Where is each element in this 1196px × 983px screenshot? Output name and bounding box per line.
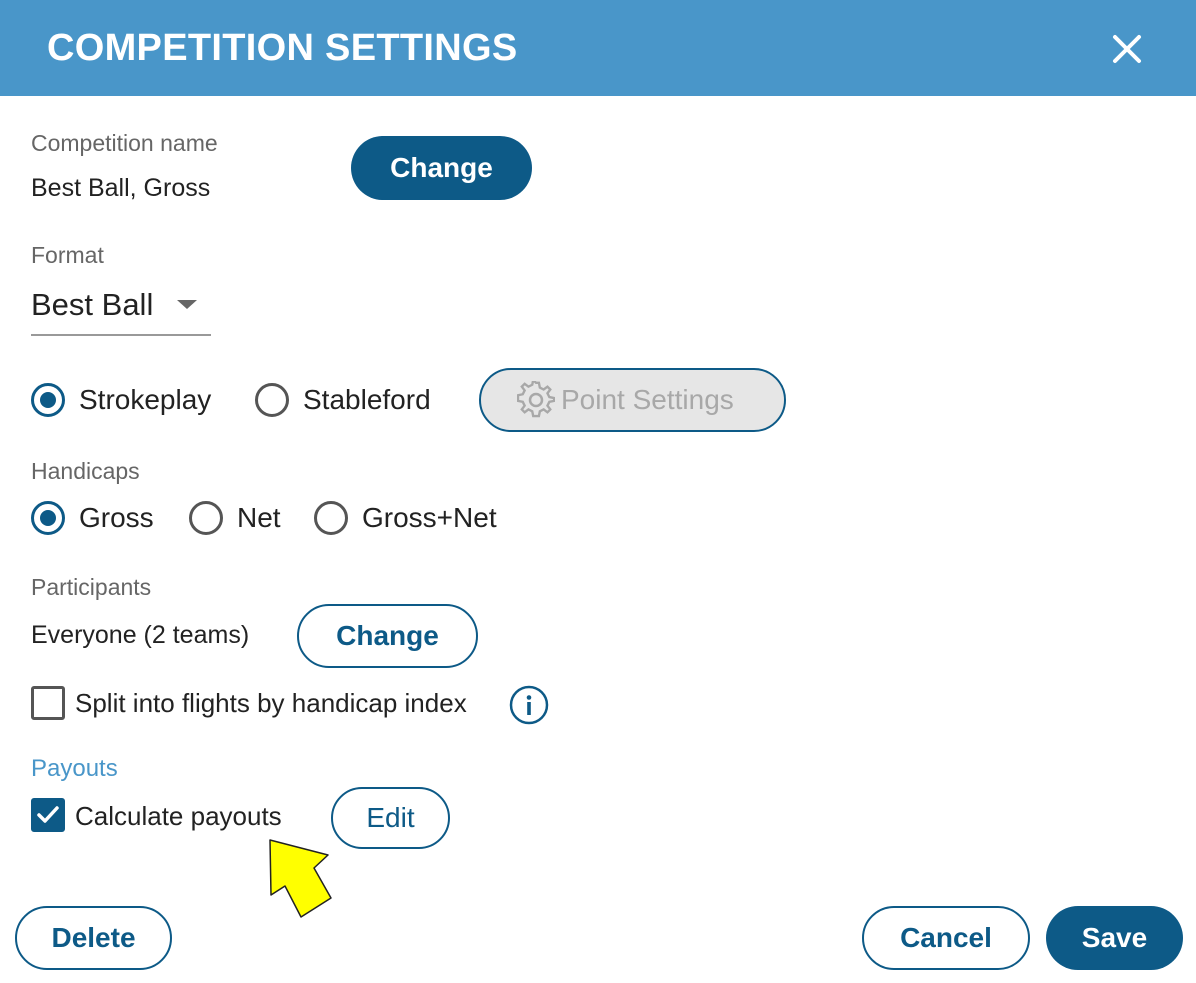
dialog-title: COMPETITION SETTINGS (47, 27, 518, 69)
calculate-payouts-label[interactable]: Calculate payouts (75, 799, 282, 833)
participants-value: Everyone (2 teams) (31, 621, 250, 649)
checkmark-icon (37, 806, 59, 823)
radio-net-label[interactable]: Net (237, 501, 281, 535)
change-name-button[interactable]: Change (351, 136, 532, 200)
competition-name-value: Best Ball, Gross (31, 174, 211, 202)
competition-name-label: Competition name (31, 130, 218, 156)
delete-button[interactable]: Delete (15, 906, 172, 970)
radio-stableford[interactable] (255, 383, 289, 417)
chevron-down-icon (177, 300, 197, 309)
format-select-value: Best Ball (31, 287, 154, 322)
handicaps-label: Handicaps (31, 458, 140, 484)
radio-gross[interactable] (31, 501, 65, 535)
participants-label: Participants (31, 574, 152, 600)
split-flights-label[interactable]: Split into flights by handicap index (75, 686, 467, 720)
radio-net[interactable] (189, 501, 223, 535)
info-icon[interactable] (509, 685, 549, 725)
format-select[interactable]: Best Ball (31, 282, 211, 336)
radio-gross-label[interactable]: Gross (79, 501, 154, 535)
save-button[interactable]: Save (1046, 906, 1183, 970)
cancel-button[interactable]: Cancel (862, 906, 1030, 970)
format-label: Format (31, 242, 104, 268)
radio-strokeplay-label[interactable]: Strokeplay (79, 383, 211, 417)
dialog-header: COMPETITION SETTINGS (0, 0, 1196, 96)
change-participants-button[interactable]: Change (297, 604, 478, 668)
radio-strokeplay[interactable] (31, 383, 65, 417)
close-icon[interactable] (1104, 26, 1150, 72)
payouts-label: Payouts (31, 755, 118, 782)
point-settings-label: Point Settings (561, 384, 734, 415)
pointer-arrow-icon (269, 839, 332, 918)
radio-gross-net-label[interactable]: Gross+Net (362, 501, 497, 535)
calculate-payouts-checkbox[interactable] (31, 798, 65, 832)
radio-stableford-label[interactable]: Stableford (303, 383, 431, 417)
gear-icon (517, 381, 555, 418)
radio-gross-net[interactable] (314, 501, 348, 535)
edit-payouts-button[interactable]: Edit (331, 787, 450, 849)
split-flights-checkbox[interactable] (31, 686, 65, 720)
point-settings-button[interactable]: Point Settings (479, 368, 786, 432)
